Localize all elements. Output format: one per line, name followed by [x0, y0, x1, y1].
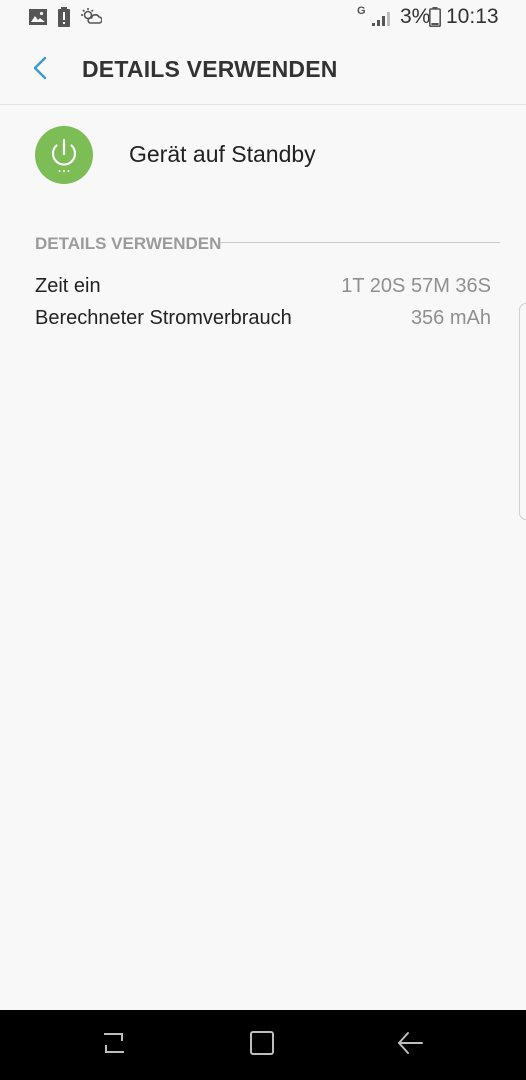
- weather-icon: [80, 8, 103, 31]
- app-name: Gerät auf Standby: [129, 141, 316, 167]
- edge-panel-handle[interactable]: [519, 303, 526, 520]
- battery-alert-icon: [58, 7, 70, 32]
- home-button[interactable]: [244, 1028, 280, 1062]
- back-icon: [396, 1030, 424, 1061]
- navigation-bar: [0, 1010, 526, 1080]
- app-bar: DETAILS VERWENDEN: [0, 36, 526, 105]
- status-time: 10:13: [446, 5, 499, 28]
- power-icon: [35, 138, 93, 188]
- detail-label: Berechneter Stromverbrauch: [35, 307, 292, 329]
- status-bar: G 3% 10:13: [0, 0, 526, 36]
- detail-value: 356 mAh: [410, 307, 491, 329]
- section-label: DETAILS VERWENDEN: [35, 234, 222, 253]
- signal-icon: [372, 10, 394, 31]
- gallery-icon: [29, 9, 47, 30]
- back-button[interactable]: [20, 50, 60, 90]
- battery-percent: 3%: [400, 5, 431, 28]
- back-nav-button[interactable]: [392, 1028, 428, 1062]
- section-divider: [220, 242, 500, 243]
- recents-icon: [100, 1030, 128, 1061]
- battery-icon: [429, 7, 441, 32]
- detail-value: 1T 20S 57M 36S: [341, 275, 491, 297]
- detail-row-power-usage: Berechneter Stromverbrauch 356 mAh: [35, 307, 491, 339]
- network-type-label: G: [357, 5, 366, 17]
- recents-button[interactable]: [96, 1028, 132, 1062]
- section-header: DETAILS VERWENDEN: [35, 234, 500, 254]
- app-row: Gerät auf Standby: [0, 105, 526, 205]
- home-icon: [249, 1030, 275, 1061]
- page-title: DETAILS VERWENDEN: [82, 56, 338, 82]
- chevron-left-icon: [33, 56, 47, 85]
- app-icon: [35, 126, 93, 184]
- detail-row-time-on: Zeit ein 1T 20S 57M 36S: [35, 275, 491, 307]
- detail-label: Zeit ein: [35, 275, 101, 297]
